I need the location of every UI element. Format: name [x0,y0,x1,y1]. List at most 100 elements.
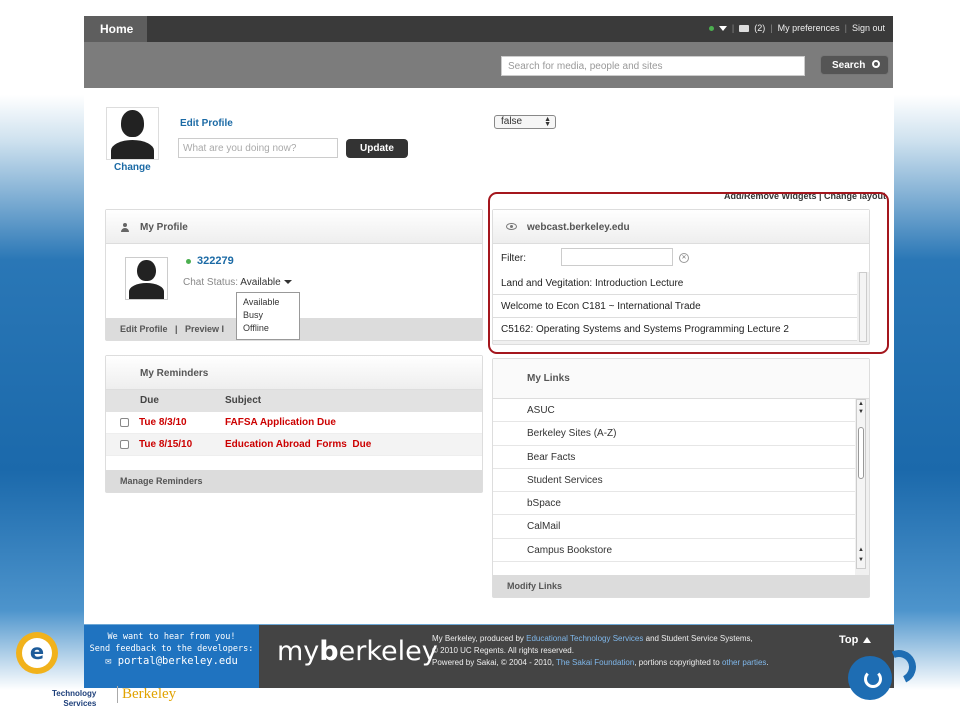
filter-input[interactable] [561,248,673,266]
link-item-bear-facts[interactable]: Bear Facts [493,446,855,469]
links-list: ASUC Berkeley Sites (A-Z) Bear Facts Stu… [493,399,855,575]
decorative-circle-icon [848,656,892,700]
table-row[interactable]: Tue 8/3/10 FAFSA Application Due [106,412,482,434]
ets-link[interactable]: Educational Technology Services [526,634,643,643]
webcast-widget: webcast.berkeley.edu Filter: ✕ Land and … [492,209,870,345]
list-item[interactable]: Welcome to Econ C181 ~ International Tra… [493,295,857,318]
person-silhouette-icon [126,258,167,299]
divider: | [844,23,847,33]
reminder-subject: FAFSA Application Due [225,417,336,428]
edit-profile-link[interactable]: Edit Profile [180,118,233,129]
person-silhouette-icon [107,108,158,159]
link-item-campus-bookstore[interactable]: Campus Bookstore [493,539,855,563]
technology-services-label: Technology Services [52,689,96,709]
reminders-table: Due Subject Tue 8/3/10 FAFSA Application… [106,390,482,471]
profile-avatar[interactable] [125,257,168,300]
logo-part: b [319,636,339,667]
manage-reminders-link[interactable]: Manage Reminders [106,470,482,492]
webcast-list: Land and Vegitation: Introduction Lectur… [493,272,857,341]
mail-icon[interactable] [739,24,750,32]
message-count[interactable]: (2) [754,23,765,33]
feedback-box[interactable]: We want to hear from you! Send feedback … [84,625,259,688]
search-input[interactable]: Search for media, people and sites [501,56,805,76]
reminder-due: Tue 8/3/10 [139,417,187,428]
avatar[interactable] [106,107,159,160]
my-reminders-widget: My Reminders Due Subject Tue 8/3/10 FAFS… [105,355,483,493]
link-item-calmail[interactable]: CalMail [493,515,855,539]
mail-icon: ✉ [105,655,112,667]
filter-row: Filter: ✕ [493,244,869,272]
table-row[interactable]: Tue 8/15/10 Education Abroad Forms Due [106,434,482,456]
widget-title: My Reminders [106,356,482,390]
chat-status-value: Available [240,277,281,288]
link-item-asuc[interactable]: ASUC [493,399,855,423]
home-tab[interactable]: Home [84,16,147,42]
feedback-line: Send feedback to the developers: [89,644,254,654]
reminder-checkbox[interactable] [120,440,129,449]
filter-label: Filter: [501,253,526,264]
widget-title-text: webcast.berkeley.edu [527,222,630,233]
back-to-top-link[interactable]: Top [839,634,872,646]
main-panel: Change Edit Profile What are you doing n… [84,88,894,624]
column-subject: Subject [225,395,262,406]
search-bar: Search for media, people and sites Searc… [84,42,893,89]
chat-option-busy[interactable]: Busy [243,309,293,322]
footer-text: My Berkeley, produced by [432,634,527,643]
scroll-down-icon[interactable]: ▼ [858,557,864,563]
link-item-berkeley-sites[interactable]: Berkeley Sites (A-Z) [493,422,855,446]
select-value: false [501,116,523,127]
online-status-icon [708,25,714,31]
ets-logo-icon: e [16,632,58,674]
widget-title-text: My Profile [140,222,188,233]
scroll-thumb[interactable] [858,427,864,479]
myberkeley-logo[interactable]: myberkeley [277,636,438,667]
sign-out-link[interactable]: Sign out [852,23,885,33]
footer-text: . [766,658,769,667]
ets-logo-letter: e [22,638,52,668]
chat-option-available[interactable]: Available [243,296,293,309]
my-preferences-link[interactable]: My preferences [778,23,840,33]
status-input[interactable]: What are you doing now? [178,138,338,158]
list-item[interactable]: C5162: Operating Systems and Systems Pro… [493,318,857,341]
feedback-line: We want to hear from you! [107,632,236,642]
top-right-links: | (2) | My preferences | Sign out [708,23,885,33]
tech-line: Technology [52,689,97,698]
value-select[interactable]: false ▲ ▼ [494,115,556,129]
widget-title: webcast.berkeley.edu [493,210,869,244]
modify-links-link[interactable]: Modify Links [493,575,869,597]
webcast-scrollbar[interactable] [859,272,867,342]
link-item-student-services[interactable]: Student Services [493,469,855,493]
change-avatar-link[interactable]: Change [114,162,151,173]
top-link-text: Top [839,634,859,646]
scroll-down-icon[interactable]: ▼ [858,409,864,415]
other-parties-link[interactable]: other parties [722,658,766,667]
table-header: Due Subject [106,390,482,412]
online-dot-icon [186,258,191,264]
chat-status[interactable]: Chat Status: Available [183,277,292,288]
tech-line: Services [63,699,97,708]
scroll-up-icon[interactable]: ▲ [858,547,864,553]
chat-option-offline[interactable]: Offline [243,322,293,335]
list-item[interactable]: Land and Vegitation: Introduction Lectur… [493,272,857,295]
logo-part: my [277,636,320,667]
berkeley-wordmark: Berkeley [117,686,176,703]
profile-user-id[interactable]: 322279 [186,255,234,267]
footer-text: Powered by Sakai, © 2004 - 2010, [432,658,557,667]
update-button[interactable]: Update [346,139,408,158]
layout-links[interactable]: Add/Remove Widgets | Change layout [724,191,886,201]
feedback-email-text: portal@berkeley.edu [117,655,238,667]
feedback-email[interactable]: ✉ portal@berkeley.edu [84,655,259,667]
reminder-subject: Education Abroad Forms Due [225,439,372,450]
search-button[interactable]: Search [820,55,889,75]
link-item-bspace[interactable]: bSpace [493,492,855,516]
clear-filter-icon[interactable]: ✕ [679,253,689,263]
status-dropdown-icon[interactable] [718,25,727,31]
footer: We want to hear from you! Send feedback … [84,625,894,688]
reminder-checkbox[interactable] [120,418,129,427]
divider: | [731,23,735,33]
scroll-up-icon[interactable]: ▲ [858,401,864,407]
footer-text: and Student Service Systems, [643,634,753,643]
widget-title: My Links [493,359,869,399]
links-scrollbar[interactable]: ▲ ▼ ▲ ▼ [856,399,866,569]
sakai-foundation-link[interactable]: The Sakai Foundation [556,658,634,667]
